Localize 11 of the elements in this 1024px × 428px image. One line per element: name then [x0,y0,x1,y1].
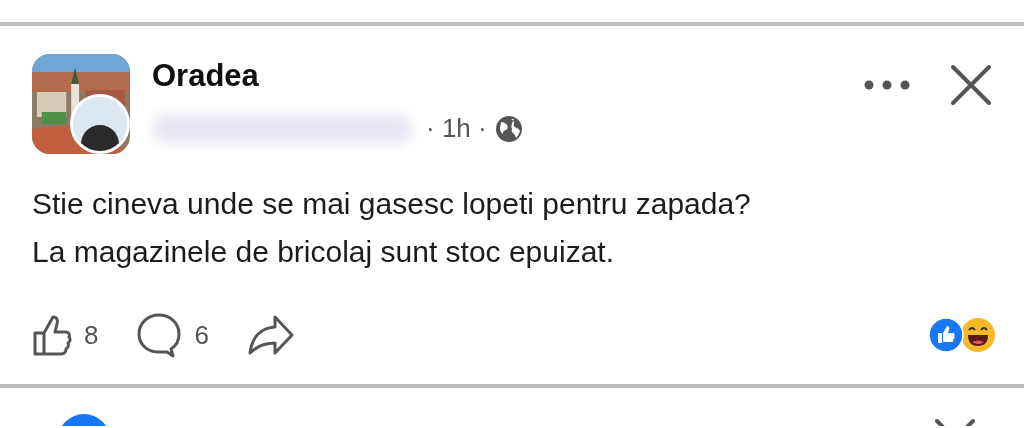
action-count: 8 [84,318,99,352]
post-time[interactable]: · 1h · [426,109,487,148]
post-text: La magazinele de bricolaj sunt stoc epuizat. [32,234,615,270]
share-arrow-icon[interactable] [246,313,295,357]
comment-icon[interactable] [136,312,183,358]
globe-icon [494,114,523,143]
more-options-icon[interactable] [864,80,910,90]
post-text: Stie cineva unde se mai gasesc lopeti pentru zapada? [32,186,752,222]
action-count: 6 [194,318,209,352]
group-name[interactable]: Oradea [152,60,864,91]
thumbs-up-icon[interactable] [32,313,72,357]
